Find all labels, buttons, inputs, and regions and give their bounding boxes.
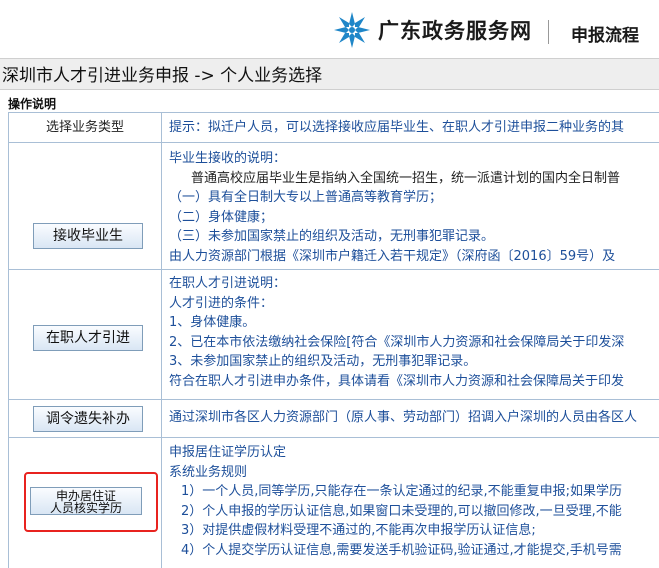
row1-line: （一）具有全日制大专以上普通高等教育学历； [169, 190, 443, 205]
row1-line: 由人力资源部门根据《深圳市户籍迁入若干规定》（深府函〔2016〕59号）及 [169, 248, 616, 264]
row1-line: 毕业生接收的说明： [169, 151, 287, 166]
row2-line: 人才引进的条件： [169, 295, 274, 311]
brand-title: 广东政务服务网 [378, 19, 532, 43]
row4-line: 系统业务规则 [169, 464, 248, 480]
receive-graduate-button[interactable]: 接收毕业生 [33, 223, 143, 249]
row3-line: 通过深圳市各区人力资源部门（原人事、劳动部门）招调入户深圳的人员由各区人 [169, 410, 638, 425]
row4-line: 3）对提供虚假材料受理不通过的,不能再次申报学历认证信息; [181, 523, 536, 538]
guangdong-logo-icon [334, 12, 370, 48]
flow-title: 申报流程 [571, 26, 639, 46]
table-row: 调令遗失补办 通过深圳市各区人力资源部门（原人事、劳动部门）招调入户深圳的人员由… [9, 400, 659, 438]
header-divider [548, 20, 549, 44]
row2-line: 3、未参加国家禁止的组织及活动，无刑事犯罪记录。 [169, 354, 477, 369]
row4-line: 申报居住证学历认定 [169, 445, 287, 460]
table-header-row: 选择业务类型 提示：拟迁户人员，可以选择接收应届毕业生、在职人才引进申报二种业务… [9, 113, 659, 143]
header-right-cell: 提示：拟迁户人员，可以选择接收应届毕业生、在职人才引进申报二种业务的其 [169, 120, 625, 135]
row1-line: 普通高校应届毕业生是指纳入全国统一招生，统一派遣计划的国内全日制普 [191, 170, 621, 186]
row1-line: （二）身体健康； [169, 209, 274, 225]
breadcrumb: 深圳市人才引进业务申报 -> 个人业务选择 [0, 58, 659, 90]
header-left-cell: 选择业务类型 [9, 113, 162, 142]
row4-line: 4）个人提交学历认证信息,需要发送手机验证码,验证通过,才能提交,手机号需 [181, 542, 622, 558]
row2-line: 符合在职人才引进申办条件，具体请看《深圳市人力资源和社会保障局关于印发 [169, 373, 625, 389]
row4-line: 2）个人申报的学历认证信息,如果窗口未受理的,可以撤回修改,一旦受理,不能 [181, 503, 622, 519]
section-label: 操作说明 [8, 97, 57, 111]
row2-line: 2、已在本市依法缴纳社会保险[符合《深圳市人力资源和社会保障局关于印发深 [169, 334, 625, 350]
site-header: 广东政务服务网 申报流程 [0, 0, 659, 58]
highlight-box [24, 472, 158, 532]
row2-line: 1、身体健康。 [169, 315, 256, 330]
table-row: 在职人才引进 在职人才引进说明： 人才引进的条件： 1、身体健康。 2、已在本市… [9, 270, 659, 400]
row2-line: 在职人才引进说明： [169, 276, 287, 291]
in-service-talent-button[interactable]: 在职人才引进 [33, 325, 143, 351]
row1-line: （三）未参加国家禁止的组织及活动，无刑事犯罪记录。 [169, 229, 495, 244]
breadcrumb-text: 深圳市人才引进业务申报 -> 个人业务选择 [2, 66, 323, 86]
table-row: 接收毕业生 毕业生接收的说明： 普通高校应届毕业生是指纳入全国统一招生，统一派遣… [9, 143, 659, 270]
lost-transfer-order-button[interactable]: 调令遗失补办 [33, 406, 143, 432]
row4-line: 1）一个人员,同等学历,只能存在一条认定通过的纪录,不能重复申报;如果学历 [181, 484, 623, 499]
